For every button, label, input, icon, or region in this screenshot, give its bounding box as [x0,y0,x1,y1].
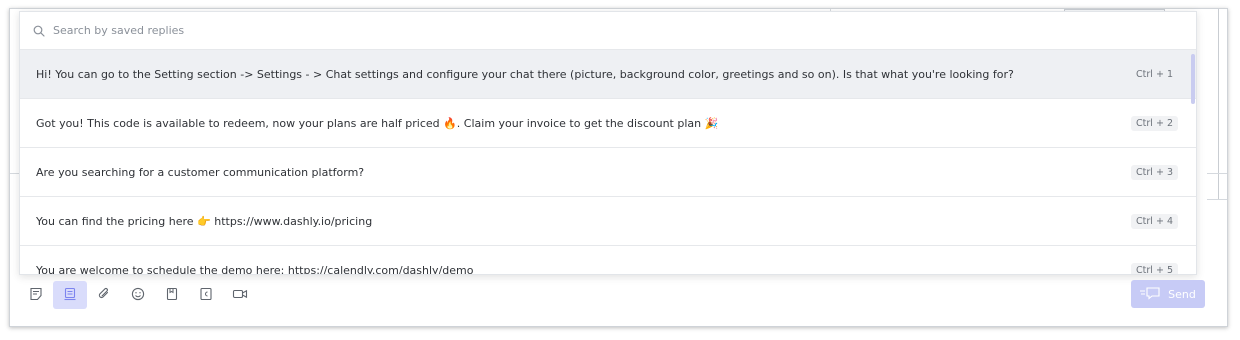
saved-reply-item[interactable]: You can find the pricing here 👉 https://… [20,197,1196,246]
saved-reply-item[interactable]: Got you! This code is available to redee… [20,99,1196,148]
template-button[interactable] [189,281,223,309]
search-bar [20,12,1196,50]
background-divider [1207,173,1227,174]
emoji-icon [131,287,145,304]
saved-reply-text: Hi! You can go to the Setting section ->… [36,67,1014,81]
shortcut-badge: Ctrl + 2 [1131,115,1178,131]
saved-reply-text: You are welcome to schedule the demo her… [36,263,474,275]
shortcut-badge: Ctrl + 4 [1131,213,1178,229]
background-divider [1207,199,1227,200]
template-icon [199,287,213,304]
note-icon [29,287,43,304]
saved-reply-item[interactable]: Hi! You can go to the Setting section ->… [20,50,1196,99]
shortcut-badge: Ctrl + 5 [1131,262,1178,274]
video-icon [232,287,248,304]
search-input[interactable] [53,24,653,37]
paperclip-icon [97,287,111,304]
composer-toolbar [19,280,257,310]
saved-replies-popup: Hi! You can go to the Setting section ->… [19,11,1197,275]
send-label: Send [1168,287,1196,301]
saved-reply-item[interactable]: You are welcome to schedule the demo her… [20,246,1196,275]
attach-button[interactable] [87,281,121,309]
shortcut-badge: Ctrl + 3 [1131,164,1178,180]
saved-reply-text: You can find the pricing here 👉 https://… [36,214,373,228]
send-button[interactable]: Send [1131,280,1205,308]
saved-reply-text: Got you! This code is available to redee… [36,116,719,130]
shortcut-badge: Ctrl + 1 [1136,68,1173,80]
saved-reply-item[interactable]: Are you searching for a customer communi… [20,148,1196,197]
list-scrollbar[interactable] [1191,54,1195,104]
note-button[interactable] [19,281,53,309]
video-call-button[interactable] [223,281,257,309]
saved-replies-button[interactable] [53,281,87,309]
article-button[interactable] [155,281,189,309]
background-divider [1218,9,1219,199]
send-icon [1140,286,1162,303]
emoji-button[interactable] [121,281,155,309]
saved-replies-list: Hi! You can go to the Setting section ->… [20,50,1196,275]
saved-reply-text: Are you searching for a customer communi… [36,165,365,179]
saved-replies-icon [63,287,77,304]
article-icon [165,287,179,304]
search-icon [32,24,46,38]
